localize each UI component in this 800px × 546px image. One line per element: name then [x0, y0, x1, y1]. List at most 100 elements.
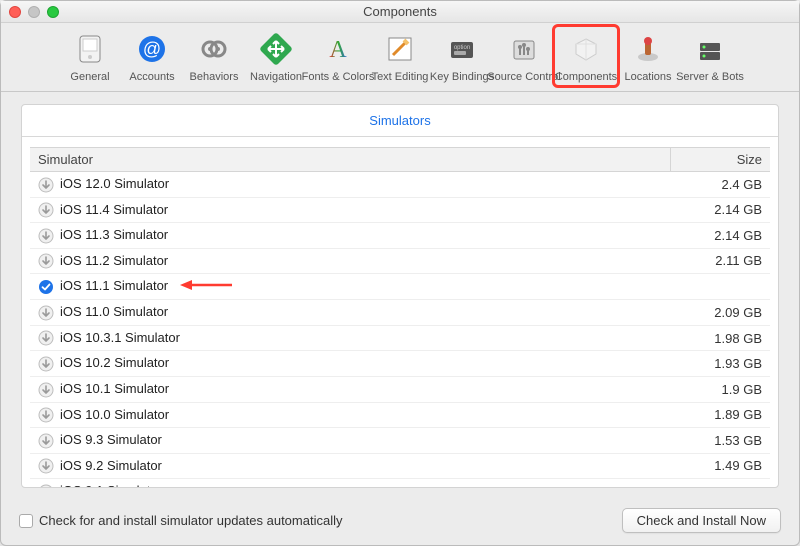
download-icon[interactable]: [38, 407, 54, 423]
simulator-name: iOS 10.1 Simulator: [60, 381, 169, 396]
size-cell: 2.11 GB: [670, 248, 770, 274]
toolbar-item-accounts[interactable]: @Accounts: [121, 27, 183, 85]
simulator-cell: iOS 11.2 Simulator: [30, 248, 670, 274]
toolbar-icon: [380, 29, 420, 69]
svg-text:option: option: [454, 45, 470, 51]
table-row[interactable]: iOS 10.3.1 Simulator1.98 GB: [30, 325, 770, 351]
table-row[interactable]: iOS 12.0 Simulator2.4 GB: [30, 172, 770, 198]
col-size-header[interactable]: Size: [670, 148, 770, 172]
simulator-name: iOS 9.2 Simulator: [60, 458, 162, 473]
toolbar-label: Server & Bots: [676, 71, 744, 83]
simulator-name: iOS 11.0 Simulator: [60, 304, 168, 319]
tab-simulators[interactable]: Simulators: [22, 105, 778, 137]
table-row[interactable]: iOS 10.1 Simulator 1.9 GB: [30, 377, 770, 403]
toolbar-icon: [628, 29, 668, 69]
simulator-name: iOS 10.2 Simulator: [60, 355, 169, 370]
components-panel: Simulators Simulator Size iOS 12.0 Simul…: [21, 104, 779, 488]
installed-check-icon[interactable]: [38, 279, 54, 295]
simulator-name: iOS 9.3 Simulator: [60, 432, 162, 447]
download-icon[interactable]: [38, 330, 54, 346]
simulator-name: iOS 9.1 Simulator: [60, 483, 162, 487]
size-cell: 2.4 GB: [670, 172, 770, 198]
toolbar-item-components[interactable]: Components: [555, 27, 617, 85]
auto-update-checkbox-row[interactable]: Check for and install simulator updates …: [19, 513, 342, 528]
simulator-cell: iOS 11.0 Simulator: [30, 300, 670, 326]
toolbar-icon: A: [318, 29, 358, 69]
download-icon[interactable]: [38, 177, 54, 193]
simulator-cell: iOS 9.3 Simulator: [30, 428, 670, 454]
simulator-cell: iOS 12.0 Simulator: [30, 172, 670, 198]
toolbar-icon: [194, 29, 234, 69]
auto-update-checkbox[interactable]: [19, 514, 33, 528]
table-row[interactable]: iOS 9.1 Simulator 1.49 GB: [30, 479, 770, 487]
table-row[interactable]: iOS 10.2 Simulator 1.93 GB: [30, 351, 770, 377]
svg-text:A: A: [329, 37, 347, 63]
annotation-arrow-icon: [178, 278, 234, 295]
simulator-cell: iOS 10.3.1 Simulator: [30, 325, 670, 351]
toolbar-icon: [690, 29, 730, 69]
download-icon[interactable]: [38, 382, 54, 398]
simulator-name: iOS 10.3.1 Simulator: [60, 330, 180, 345]
toolbar-item-key-bindings[interactable]: option Key Bindings: [431, 27, 493, 85]
download-icon[interactable]: [38, 458, 54, 474]
footer: Check for and install simulator updates …: [1, 498, 799, 545]
check-install-button[interactable]: Check and Install Now: [622, 508, 781, 533]
toolbar-label: Behaviors: [190, 71, 239, 83]
table-row[interactable]: iOS 9.3 Simulator 1.53 GB: [30, 428, 770, 454]
toolbar-item-general[interactable]: General: [59, 27, 121, 85]
auto-update-label: Check for and install simulator updates …: [39, 513, 342, 528]
toolbar-item-locations[interactable]: Locations: [617, 27, 679, 85]
toolbar-label: Components: [555, 71, 617, 83]
window-title: Components: [1, 4, 799, 19]
toolbar-item-source-control[interactable]: Source Control: [493, 27, 555, 85]
download-icon[interactable]: [38, 202, 54, 218]
toolbar-icon: [70, 29, 110, 69]
simulator-cell: iOS 10.1 Simulator: [30, 377, 670, 403]
simulator-name: iOS 11.2 Simulator: [60, 253, 168, 268]
toolbar-icon: [566, 29, 606, 69]
simulator-cell: iOS 10.0 Simulator: [30, 402, 670, 428]
toolbar-icon: [504, 29, 544, 69]
toolbar-label: Locations: [624, 71, 671, 83]
download-icon[interactable]: [38, 253, 54, 269]
toolbar-item-text-editing[interactable]: Text Editing: [369, 27, 431, 85]
toolbar-item-server-bots[interactable]: Server & Bots: [679, 27, 741, 85]
preferences-window: Components General @Accounts Behaviors Navi…: [0, 0, 800, 546]
table-row[interactable]: iOS 11.3 Simulator2.14 GB: [30, 223, 770, 249]
content-area: Simulators Simulator Size iOS 12.0 Simul…: [1, 92, 799, 498]
table-row[interactable]: iOS 9.2 Simulator1.49 GB: [30, 453, 770, 479]
table-row[interactable]: iOS 11.1 Simulator: [30, 274, 770, 300]
download-icon[interactable]: [38, 228, 54, 244]
size-cell: 2.14 GB: [670, 197, 770, 223]
size-cell: 1.9 GB: [670, 377, 770, 403]
table-row[interactable]: iOS 11.4 Simulator2.14 GB: [30, 197, 770, 223]
toolbar-label: General: [70, 71, 109, 83]
size-cell: 1.53 GB: [670, 428, 770, 454]
size-cell: 2.14 GB: [670, 223, 770, 249]
toolbar-item-navigation[interactable]: Navigation: [245, 27, 307, 85]
toolbar-label: Source Control: [487, 71, 560, 83]
toolbar-item-behaviors[interactable]: Behaviors: [183, 27, 245, 85]
size-cell: 1.49 GB: [670, 479, 770, 487]
download-icon[interactable]: [38, 433, 54, 449]
size-cell: [670, 274, 770, 300]
simulator-cell: iOS 9.2 Simulator: [30, 453, 670, 479]
size-cell: 1.93 GB: [670, 351, 770, 377]
toolbar-label: Key Bindings: [430, 71, 494, 83]
simulator-cell: iOS 11.4 Simulator: [30, 197, 670, 223]
table-row[interactable]: iOS 11.2 Simulator 2.11 GB: [30, 248, 770, 274]
download-icon[interactable]: [38, 356, 54, 372]
download-icon[interactable]: [38, 305, 54, 321]
simulators-table-wrap: Simulator Size iOS 12.0 Simulator2.4 GBi…: [22, 137, 778, 487]
table-row[interactable]: iOS 10.0 Simulator1.89 GB: [30, 402, 770, 428]
download-icon[interactable]: [38, 484, 54, 487]
simulator-cell: iOS 11.1 Simulator: [30, 274, 670, 300]
preferences-toolbar: General @Accounts Behaviors NavigationAFont…: [1, 23, 799, 92]
simulator-name: iOS 10.0 Simulator: [60, 407, 169, 422]
simulator-cell: iOS 11.3 Simulator: [30, 223, 670, 249]
col-simulator-header[interactable]: Simulator: [30, 148, 670, 172]
toolbar-item-fonts-colors[interactable]: AFonts & Colors: [307, 27, 369, 85]
titlebar: Components: [1, 1, 799, 23]
table-row[interactable]: iOS 11.0 Simulator2.09 GB: [30, 300, 770, 326]
svg-text:@: @: [143, 39, 161, 59]
